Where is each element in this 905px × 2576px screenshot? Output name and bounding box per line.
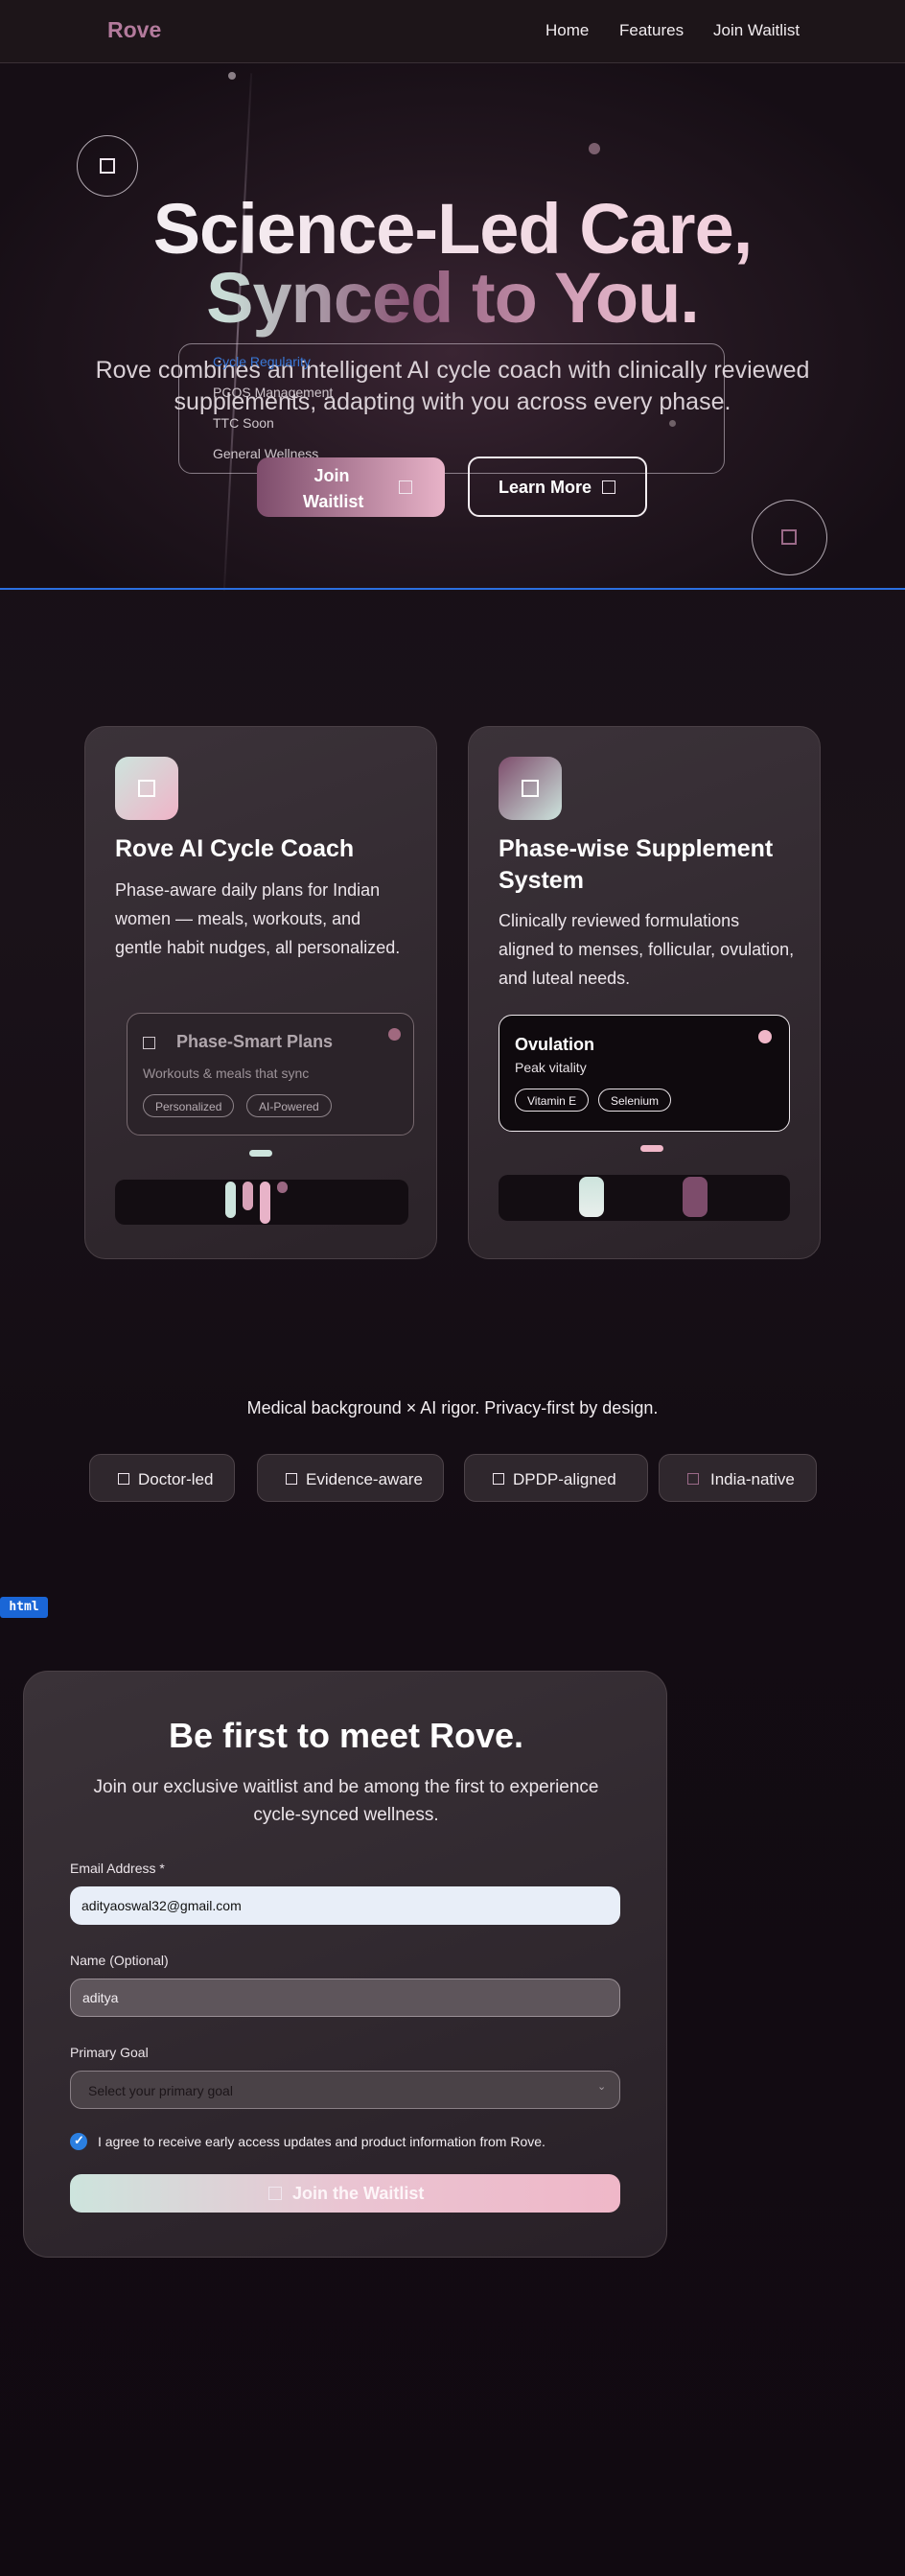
email-label: Email Address * [70, 1861, 165, 1876]
goal-select[interactable]: Select your primary goal ⌄ [70, 2071, 620, 2109]
floating-ring [752, 500, 827, 575]
square-icon [522, 780, 539, 797]
ovulation-preview: Ovulation Peak vitality Vitamin E Seleni… [499, 1015, 790, 1132]
status-dot [388, 1028, 401, 1041]
card-text: Clinically reviewed formulations aligned… [499, 911, 795, 988]
section-divider [0, 588, 905, 590]
phase-bar [683, 1177, 708, 1217]
learn-more-button[interactable]: Learn More [468, 457, 647, 517]
phase-bars [115, 1180, 408, 1225]
phase-bar [277, 1182, 288, 1193]
dropdown-option[interactable]: TTC Soon [213, 415, 274, 431]
square-icon [781, 529, 797, 545]
chevron-down-icon: ⌄ [597, 2081, 607, 2093]
badge-india-native: India-native [659, 1454, 817, 1502]
square-icon [118, 1473, 129, 1485]
badge-evidence-aware: Evidence-aware [257, 1454, 444, 1502]
phase-bar [243, 1182, 253, 1210]
name-field[interactable] [70, 1979, 620, 2017]
phase-bar [579, 1177, 604, 1217]
name-label: Name (Optional) [70, 1953, 169, 1968]
trust-statement: Medical background × AI rigor. Privacy-f… [246, 1398, 659, 1417]
tag-pill: AI-Powered [246, 1094, 332, 1117]
form-subtitle: Join our exclusive waitlist and be among… [93, 1777, 599, 1825]
square-icon [138, 780, 155, 797]
card-title: Phase-wise Supplement System [499, 835, 774, 894]
square-icon [286, 1473, 297, 1485]
mini-title: Ovulation [515, 1035, 595, 1054]
logo[interactable]: Rove [107, 17, 161, 43]
square-icon [100, 158, 115, 174]
dropdown-option[interactable]: PCOS Management [213, 385, 333, 400]
tag-pill: Selenium [598, 1089, 672, 1112]
card-text: Phase-aware daily plans for Indian women… [115, 880, 401, 957]
mini-subtitle: Workouts & meals that sync [143, 1066, 310, 1081]
square-icon [493, 1473, 504, 1485]
debug-html-tag: html [0, 1597, 48, 1618]
badge-label: India-native [710, 1470, 795, 1488]
decorative-dot [589, 143, 600, 154]
card-icon [499, 757, 562, 820]
nav-link-features[interactable]: Features [619, 21, 684, 40]
learn-more-label: Learn More [499, 478, 592, 497]
waitlist-form: Be first to meet Rove. Join our exclusiv… [23, 1671, 667, 2258]
square-icon [687, 1473, 699, 1485]
consent-checkbox[interactable]: ✓ [70, 2133, 87, 2150]
goal-dropdown-overlay[interactable]: Cycle Regularity PCOS Management TTC Soo… [178, 343, 725, 474]
tag-pill: Vitamin E [515, 1089, 590, 1112]
feature-card-supplement-system: Phase-wise Supplement System Clinically … [468, 726, 821, 1259]
goal-placeholder: Select your primary goal [88, 2083, 233, 2098]
submit-label: Join the Waitlist [292, 2184, 425, 2203]
badge-doctor-led: Doctor-led [89, 1454, 235, 1502]
hero-title-line2: Synced to You. [0, 257, 905, 339]
join-the-waitlist-button[interactable]: Join the Waitlist [70, 2174, 620, 2213]
status-dot [758, 1030, 772, 1043]
check-icon: ✓ [74, 2133, 84, 2147]
square-icon [268, 2187, 282, 2200]
badge-label: DPDP-aligned [513, 1470, 616, 1488]
square-icon [143, 1037, 155, 1049]
mini-title: Phase-Smart Plans [176, 1032, 334, 1051]
tag-pill: Personalized [143, 1094, 235, 1117]
goal-label: Primary Goal [70, 2045, 149, 2060]
badge-dpdp-aligned: DPDP-aligned [464, 1454, 648, 1502]
form-title: Be first to meet Rove. [168, 1716, 524, 1755]
phase-bar [225, 1182, 236, 1218]
decorative-dot [228, 72, 236, 80]
nav-link-home[interactable]: Home [545, 21, 589, 40]
consent-text: I agree to receive early access updates … [98, 2134, 545, 2149]
feature-card-ai-coach: Rove AI Cycle Coach Phase-aware daily pl… [84, 726, 437, 1259]
slider-indicator [249, 1150, 272, 1157]
join-waitlist-label: Join Waitlist [303, 466, 364, 511]
dropdown-option[interactable]: Cycle Regularity [213, 354, 311, 369]
phase-bar [260, 1182, 270, 1224]
join-waitlist-button[interactable]: Join Waitlist [257, 457, 445, 517]
square-icon [602, 480, 615, 494]
square-icon [399, 480, 412, 494]
email-field[interactable] [70, 1886, 620, 1925]
nav-link-join-waitlist[interactable]: Join Waitlist [713, 21, 800, 40]
card-title: Rove AI Cycle Coach [115, 835, 355, 862]
mini-subtitle: Peak vitality [515, 1060, 587, 1075]
phase-smart-plans-preview: Phase-Smart Plans Workouts & meals that … [127, 1013, 414, 1136]
slider-indicator [640, 1145, 663, 1152]
card-icon [115, 757, 178, 820]
phase-bars [499, 1175, 790, 1221]
badge-label: Evidence-aware [306, 1470, 423, 1488]
badge-label: Doctor-led [138, 1470, 214, 1488]
